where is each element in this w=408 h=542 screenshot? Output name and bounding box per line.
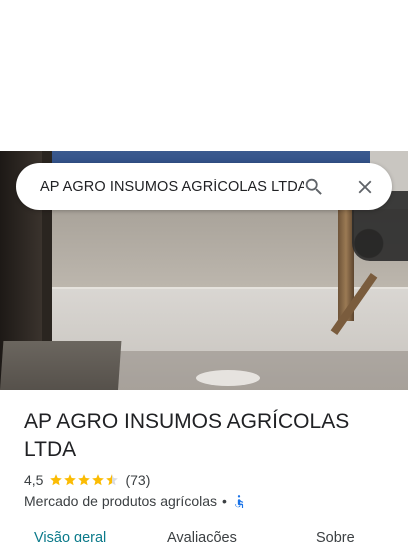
photo-ledge (0, 341, 122, 390)
search-input[interactable] (40, 175, 304, 199)
star-icon (78, 474, 91, 486)
tab-reviews[interactable]: Avaliações (167, 530, 237, 542)
star-icon (64, 474, 77, 486)
tab-bar: Visão geral Avaliações Sobre (0, 528, 408, 542)
tab-overview[interactable]: Visão geral (34, 530, 106, 542)
search-bar (16, 163, 392, 210)
category-row: Mercado de produtos agrícolas • (24, 492, 246, 510)
star-icon (50, 474, 63, 486)
search-icon[interactable] (301, 174, 327, 200)
star-rating (49, 473, 119, 487)
review-count-link[interactable]: (73) (125, 472, 150, 488)
close-icon[interactable] (352, 174, 378, 200)
tab-about[interactable]: Sobre (316, 530, 355, 542)
place-title: AP AGRO INSUMOS AGRÍCOLAS LTDA (24, 410, 350, 461)
place-category[interactable]: Mercado de produtos agrícolas (24, 493, 217, 509)
rating-value: 4,5 (24, 472, 44, 488)
photo-ground-patch (196, 370, 260, 386)
star-icon (92, 474, 105, 486)
photo-shadow (100, 351, 408, 390)
top-blank-area (0, 0, 408, 151)
rating-row: 4,5 (73) (24, 471, 150, 489)
wheelchair-icon[interactable] (232, 494, 246, 508)
separator-dot: • (222, 493, 227, 509)
star-half-icon (106, 474, 119, 486)
